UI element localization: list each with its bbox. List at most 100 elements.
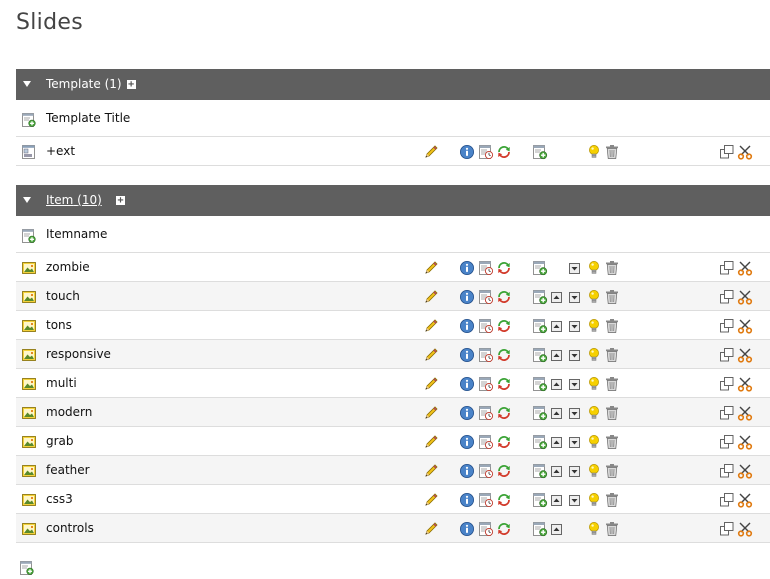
copy-icon[interactable]	[719, 376, 735, 395]
new-record-icon[interactable]	[22, 113, 36, 130]
cut-scissors-icon[interactable]	[737, 492, 753, 511]
record-title[interactable]: css3	[46, 492, 73, 506]
info-icon[interactable]	[459, 434, 475, 453]
edit-pencil-icon[interactable]	[423, 318, 439, 337]
history-icon[interactable]	[478, 318, 494, 337]
history-icon[interactable]	[478, 434, 494, 453]
hide-lightbulb-icon[interactable]	[586, 405, 602, 424]
template-section-title[interactable]: Template (1)+	[46, 77, 136, 91]
table-row[interactable]: zombie	[16, 253, 770, 282]
edit-pencil-icon[interactable]	[423, 521, 439, 540]
edit-pencil-icon[interactable]	[423, 144, 439, 163]
move-up-icon[interactable]	[551, 437, 562, 451]
copy-icon[interactable]	[719, 434, 735, 453]
table-row[interactable]: tons	[16, 311, 770, 340]
new-after-icon[interactable]	[532, 144, 548, 163]
copy-icon[interactable]	[719, 347, 735, 366]
hide-lightbulb-icon[interactable]	[586, 347, 602, 366]
edit-pencil-icon[interactable]	[423, 434, 439, 453]
copy-icon[interactable]	[719, 144, 735, 163]
edit-pencil-icon[interactable]	[423, 289, 439, 308]
new-record-row[interactable]: Itemname	[16, 216, 770, 253]
hide-lightbulb-icon[interactable]	[586, 463, 602, 482]
new-after-icon[interactable]	[532, 405, 548, 424]
move-up-icon[interactable]	[551, 292, 562, 306]
copy-icon[interactable]	[719, 318, 735, 337]
new-after-icon[interactable]	[532, 463, 548, 482]
delete-trash-icon[interactable]	[604, 144, 620, 163]
refresh-icon[interactable]	[496, 521, 512, 540]
record-image-icon[interactable]	[22, 522, 36, 539]
record-image-icon[interactable]	[22, 435, 36, 452]
move-down-icon[interactable]	[569, 321, 580, 335]
hide-lightbulb-icon[interactable]	[586, 144, 602, 163]
edit-pencil-icon[interactable]	[423, 463, 439, 482]
move-down-icon[interactable]	[569, 292, 580, 306]
cut-scissors-icon[interactable]	[737, 144, 753, 163]
refresh-icon[interactable]	[496, 376, 512, 395]
move-up-icon[interactable]	[551, 379, 562, 393]
table-row[interactable]: responsive	[16, 340, 770, 369]
record-title[interactable]: controls	[46, 521, 94, 535]
delete-trash-icon[interactable]	[604, 405, 620, 424]
table-row[interactable]: css3	[16, 485, 770, 514]
history-icon[interactable]	[478, 347, 494, 366]
copy-icon[interactable]	[719, 521, 735, 540]
record-image-icon[interactable]	[22, 493, 36, 510]
new-after-icon[interactable]	[532, 289, 548, 308]
collapse-toggle-icon[interactable]	[23, 197, 31, 203]
delete-trash-icon[interactable]	[604, 434, 620, 453]
record-page-icon[interactable]	[22, 145, 36, 162]
history-icon[interactable]	[478, 463, 494, 482]
delete-trash-icon[interactable]	[604, 376, 620, 395]
new-record-label[interactable]: Template Title	[46, 111, 130, 125]
new-after-icon[interactable]	[532, 434, 548, 453]
new-after-icon[interactable]	[532, 260, 548, 279]
move-down-icon[interactable]	[569, 263, 580, 277]
history-icon[interactable]	[478, 144, 494, 163]
delete-trash-icon[interactable]	[604, 463, 620, 482]
refresh-icon[interactable]	[496, 318, 512, 337]
move-down-icon[interactable]	[569, 437, 580, 451]
section-title-text[interactable]: Template	[46, 77, 101, 91]
info-icon[interactable]	[459, 289, 475, 308]
move-down-icon[interactable]	[569, 408, 580, 422]
hide-lightbulb-icon[interactable]	[586, 376, 602, 395]
info-icon[interactable]	[459, 405, 475, 424]
refresh-icon[interactable]	[496, 405, 512, 424]
table-row[interactable]: multi	[16, 369, 770, 398]
record-title[interactable]: feather	[46, 463, 90, 477]
refresh-icon[interactable]	[496, 463, 512, 482]
refresh-icon[interactable]	[496, 347, 512, 366]
new-after-icon[interactable]	[532, 492, 548, 511]
new-after-icon[interactable]	[532, 521, 548, 540]
copy-icon[interactable]	[719, 463, 735, 482]
history-icon[interactable]	[478, 405, 494, 424]
new-record-label[interactable]: Itemname	[46, 227, 107, 241]
info-icon[interactable]	[459, 144, 475, 163]
move-up-icon[interactable]	[551, 495, 562, 509]
new-after-icon[interactable]	[532, 376, 548, 395]
collapse-toggle-icon[interactable]	[23, 81, 31, 87]
record-image-icon[interactable]	[22, 377, 36, 394]
delete-trash-icon[interactable]	[604, 492, 620, 511]
record-title[interactable]: multi	[46, 376, 77, 390]
section-count[interactable]: (1)	[105, 77, 122, 91]
record-title[interactable]: grab	[46, 434, 74, 448]
refresh-icon[interactable]	[496, 434, 512, 453]
expand-plus-icon[interactable]: +	[116, 196, 125, 205]
cut-scissors-icon[interactable]	[737, 463, 753, 482]
cut-scissors-icon[interactable]	[737, 376, 753, 395]
edit-pencil-icon[interactable]	[423, 405, 439, 424]
section-count[interactable]: (10)	[77, 193, 102, 207]
delete-trash-icon[interactable]	[604, 260, 620, 279]
record-title[interactable]: +ext	[46, 144, 75, 158]
delete-trash-icon[interactable]	[604, 347, 620, 366]
move-down-icon[interactable]	[569, 379, 580, 393]
cut-scissors-icon[interactable]	[737, 434, 753, 453]
item-section-title[interactable]: Item (10)	[46, 193, 102, 207]
record-image-icon[interactable]	[22, 348, 36, 365]
refresh-icon[interactable]	[496, 144, 512, 163]
hide-lightbulb-icon[interactable]	[586, 260, 602, 279]
move-down-icon[interactable]	[569, 466, 580, 480]
